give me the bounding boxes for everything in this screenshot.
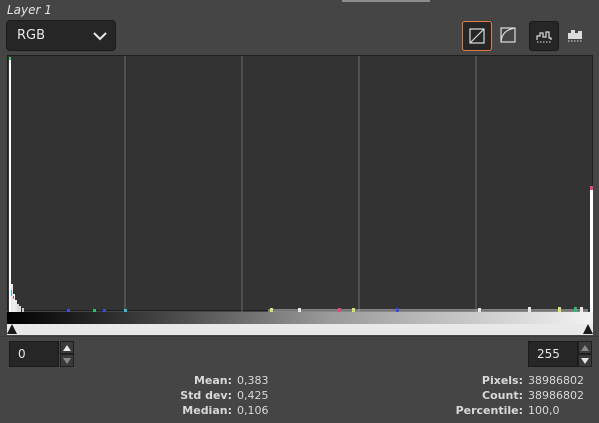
range-low-down-button[interactable] xyxy=(60,354,74,367)
range-low-spinner[interactable] xyxy=(9,341,74,367)
median-label: Median: xyxy=(182,404,232,417)
separator xyxy=(0,336,599,337)
linear-histogram-button[interactable] xyxy=(462,21,492,51)
range-high-up-button[interactable] xyxy=(578,341,592,354)
panel-tab-indicator xyxy=(342,0,430,2)
triangle-up-icon xyxy=(63,345,71,351)
percentile-label: Percentile: xyxy=(455,404,523,417)
mean-value: 0,383 xyxy=(237,374,269,387)
stddev-value: 0,425 xyxy=(237,389,269,402)
range-low-input[interactable] xyxy=(9,341,59,367)
histogram-graph xyxy=(9,56,593,312)
histogram-spike xyxy=(9,57,11,60)
triangle-up-icon xyxy=(581,345,589,351)
pixels-label: Pixels: xyxy=(481,374,523,387)
histogram-filled-icon xyxy=(568,30,582,42)
logarithmic-histogram-icon xyxy=(500,27,516,43)
logarithmic-histogram-button[interactable] xyxy=(494,21,524,51)
value-gradient-bar xyxy=(7,312,593,324)
chevron-down-icon xyxy=(93,32,107,41)
channel-dropdown[interactable]: RGB xyxy=(6,20,116,51)
histogram-filled-button[interactable] xyxy=(561,21,591,51)
range-high-handle[interactable] xyxy=(583,324,593,334)
mean-label: Mean: xyxy=(193,374,232,387)
histogram-outline-icon xyxy=(536,31,552,43)
pixels-value: 38986802 xyxy=(528,374,584,387)
histogram-spike xyxy=(13,296,14,299)
count-label: Count: xyxy=(482,389,523,402)
histogram-spike xyxy=(15,300,17,312)
percentile-value: 100,0 xyxy=(528,404,560,417)
range-selection-strip[interactable] xyxy=(7,324,593,335)
range-low-up-button[interactable] xyxy=(60,341,74,354)
histogram-outline-button[interactable] xyxy=(529,21,559,51)
stddev-label: Std dev: xyxy=(180,389,232,402)
triangle-down-icon xyxy=(63,358,71,364)
count-value: 38986802 xyxy=(528,389,584,402)
layer-title: Layer 1 xyxy=(7,3,52,17)
histogram-plot[interactable] xyxy=(7,55,593,312)
histogram-spike xyxy=(11,290,12,296)
range-high-spinner[interactable] xyxy=(528,341,593,367)
histogram-spike xyxy=(590,186,593,190)
histogram-spike xyxy=(11,284,13,312)
histogram-spike xyxy=(17,304,19,312)
linear-histogram-icon xyxy=(469,28,485,44)
range-high-down-button[interactable] xyxy=(578,354,592,367)
range-high-input[interactable] xyxy=(528,341,578,367)
triangle-down-icon xyxy=(581,358,589,364)
median-value: 0,106 xyxy=(237,404,269,417)
channel-value: RGB xyxy=(17,28,46,43)
histogram-spike xyxy=(9,58,11,312)
histogram-spike xyxy=(590,188,593,312)
range-low-handle[interactable] xyxy=(7,324,17,334)
